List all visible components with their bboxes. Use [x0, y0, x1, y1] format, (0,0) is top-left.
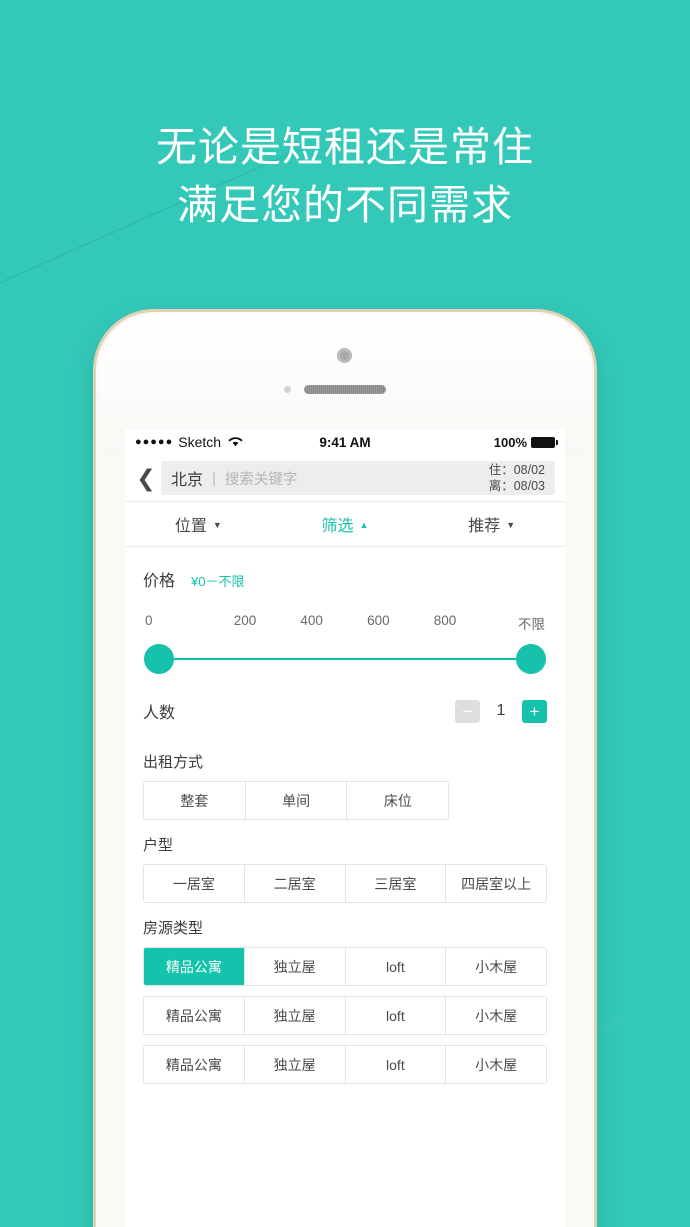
- price-tick: 400: [300, 613, 323, 628]
- status-bar: ●●●●● Sketch 9:41 AM 100%: [125, 429, 565, 455]
- wifi-icon: [228, 435, 243, 450]
- price-tick: 200: [233, 613, 257, 628]
- date-range-picker[interactable]: 住：08/02 离：08/03: [489, 462, 545, 494]
- price-tick: 600: [367, 613, 390, 628]
- option-cell[interactable]: loft: [344, 997, 446, 1034]
- option-cell[interactable]: 精品公寓: [144, 1046, 244, 1083]
- chevron-up-icon: ▲: [359, 519, 369, 530]
- status-bar-left: ●●●●● Sketch: [135, 434, 319, 450]
- option-cell[interactable]: 独立屋: [243, 1046, 345, 1083]
- option-cell[interactable]: 小木屋: [445, 948, 546, 985]
- chevron-down-icon: ▼: [506, 519, 516, 530]
- battery-percent-label: 100%: [493, 434, 528, 450]
- price-label: 价格: [143, 573, 176, 590]
- battery-icon: [531, 436, 559, 448]
- chevron-down-icon: ▼: [212, 519, 222, 530]
- option-cell[interactable]: loft: [344, 948, 446, 985]
- tab-location[interactable]: 位置 ▼: [125, 502, 272, 546]
- option-cell[interactable]: 二居室: [243, 865, 345, 902]
- proximity-sensor-icon: [284, 386, 291, 393]
- slider-track: [159, 658, 531, 660]
- option-cell[interactable]: 独立屋: [243, 997, 345, 1034]
- rental-mode-options: 整套 单间 床位: [143, 781, 450, 820]
- option-cell[interactable]: 小木屋: [445, 1046, 546, 1083]
- earpiece-speaker-icon: [304, 385, 386, 394]
- headline-line-1: 无论是短租还是常住: [156, 124, 534, 170]
- carrier-label: Sketch: [178, 434, 222, 450]
- slider-handle-max[interactable]: [516, 644, 546, 674]
- option-cell[interactable]: 整套: [144, 782, 245, 819]
- house-type-options-row-2: 精品公寓 独立屋 loft 小木屋: [143, 996, 547, 1035]
- option-cell[interactable]: 三居室: [344, 865, 446, 902]
- people-count-row: 人数 − 1 +: [143, 685, 547, 737]
- rental-mode-label: 出租方式: [143, 754, 204, 771]
- tab-filter[interactable]: 筛选 ▲: [272, 502, 419, 546]
- price-tick: 不限: [518, 617, 546, 632]
- option-cell-selected[interactable]: 精品公寓: [144, 948, 244, 985]
- house-type-options-row-3: 精品公寓 独立屋 loft 小木屋: [143, 1045, 547, 1084]
- option-cell[interactable]: loft: [344, 1046, 446, 1083]
- signal-strength-icon: ●●●●●: [135, 436, 174, 448]
- price-range-slider[interactable]: [143, 639, 547, 679]
- slider-handle-min[interactable]: [144, 644, 174, 674]
- page-root: 无论是短租还是常住 满足您的不同需求 ●●●●● Sketch 9:41 AM …: [0, 0, 690, 1227]
- filter-tab-bar: 位置 ▼ 筛选 ▲ 推荐 ▼: [125, 502, 565, 547]
- tab-recommend[interactable]: 推荐 ▼: [418, 502, 565, 546]
- tab-location-label: 位置: [174, 518, 207, 535]
- tab-filter-label: 筛选: [321, 518, 354, 535]
- search-city-label: 北京: [171, 472, 204, 489]
- increment-button[interactable]: +: [522, 699, 547, 723]
- people-label: 人数: [143, 705, 176, 722]
- layout-type-label: 户型: [143, 837, 174, 854]
- layout-type-options: 一居室 二居室 三居室 四居室以上: [143, 864, 547, 903]
- price-tick: 0: [145, 613, 153, 628]
- front-camera-icon: [337, 348, 352, 363]
- house-type-options-row-1: 精品公寓 独立屋 loft 小木屋: [143, 947, 547, 986]
- status-bar-right: 100%: [371, 434, 559, 450]
- headline-line-2: 满足您的不同需求: [177, 182, 513, 228]
- phone-device-frame: ●●●●● Sketch 9:41 AM 100% ❮ 北京 | 搜索关键字 住…: [96, 312, 594, 1227]
- option-cell[interactable]: 四居室以上: [445, 865, 546, 902]
- clock-label: 9:41 AM: [319, 434, 371, 450]
- checkin-date: 住：08/02: [488, 463, 545, 477]
- option-cell[interactable]: 单间: [244, 782, 347, 819]
- price-tick: 800: [433, 613, 457, 628]
- people-value: 1: [496, 702, 506, 719]
- price-value: ¥0－不限: [191, 574, 245, 589]
- option-cell[interactable]: 小木屋: [445, 997, 546, 1034]
- option-cell[interactable]: 精品公寓: [144, 997, 244, 1034]
- search-divider: |: [212, 469, 216, 487]
- phone-screen: ●●●●● Sketch 9:41 AM 100% ❮ 北京 | 搜索关键字 住…: [125, 429, 565, 1227]
- search-bar: ❮ 北京 | 搜索关键字 住：08/02 离：08/03: [125, 455, 565, 502]
- page-headline: 无论是短租还是常住 满足您的不同需求: [0, 118, 690, 234]
- search-placeholder: 搜索关键字: [224, 471, 298, 488]
- content-bottom-spacer: [143, 1084, 547, 1102]
- search-input[interactable]: 北京 | 搜索关键字 住：08/02 离：08/03: [161, 461, 555, 495]
- house-type-label: 房源类型: [143, 920, 204, 937]
- price-tick-labels: 0 200 400 600 800 不限: [143, 613, 547, 633]
- price-section-header: 价格 ¥0－不限: [143, 547, 547, 591]
- tab-recommend-label: 推荐: [468, 518, 501, 535]
- option-cell[interactable]: 独立屋: [243, 948, 345, 985]
- decrement-button[interactable]: −: [455, 699, 480, 723]
- back-icon[interactable]: ❮: [131, 466, 161, 490]
- option-cell[interactable]: 床位: [346, 782, 449, 819]
- quantity-stepper: − 1 +: [455, 699, 547, 723]
- checkout-date: 离：08/03: [488, 479, 545, 493]
- filter-panel: 价格 ¥0－不限 0 200 400 600 800 不限 人数 − 1 + 出…: [125, 547, 565, 1102]
- option-cell[interactable]: 一居室: [144, 865, 244, 902]
